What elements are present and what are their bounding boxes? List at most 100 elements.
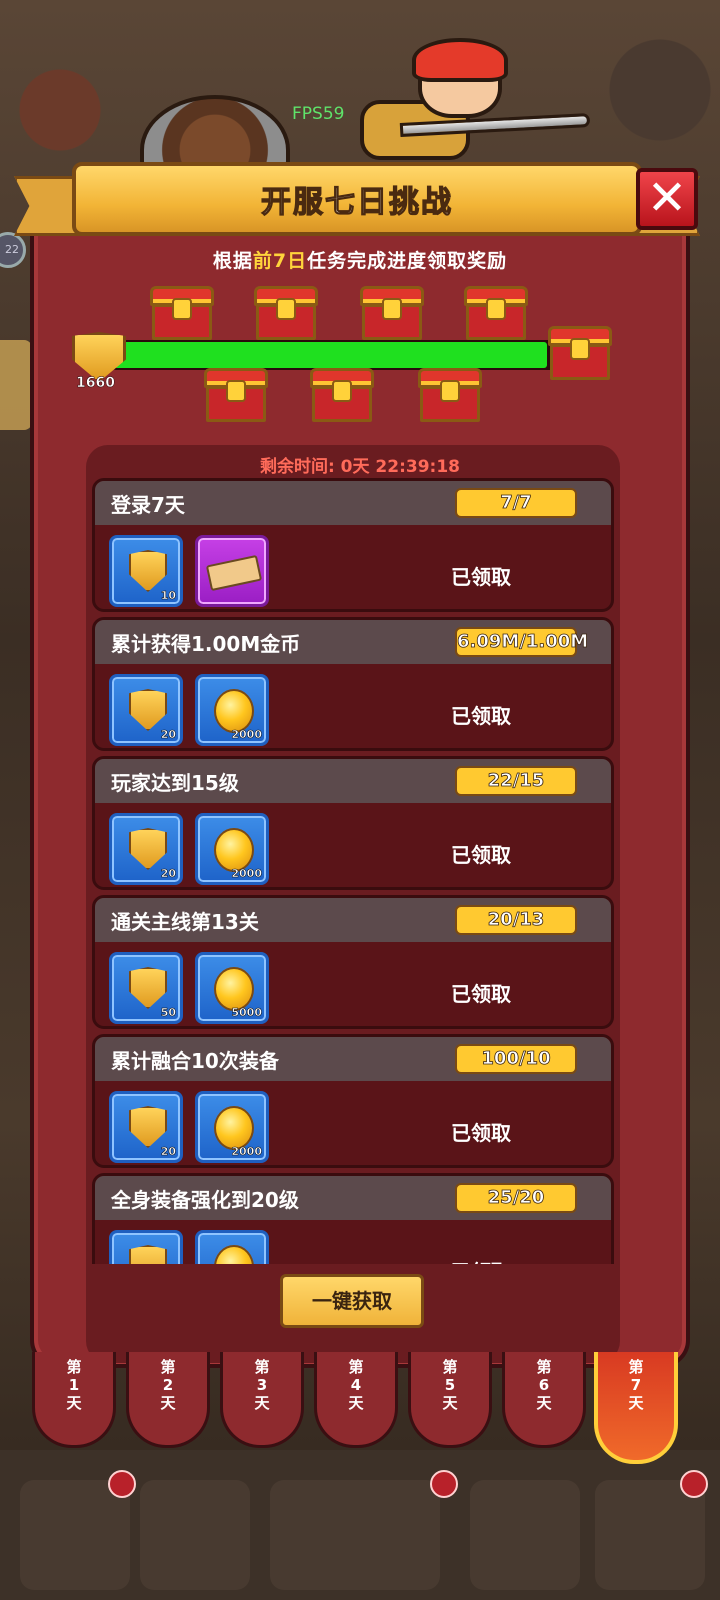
reward-chest-icon[interactable] — [418, 368, 482, 424]
tab-label: 天 — [160, 1394, 176, 1412]
tab-label: 4 — [350, 1376, 362, 1394]
reward-count: 2000 — [231, 867, 262, 881]
reward-item[interactable]: 20 — [109, 674, 183, 746]
subtitle-suffix: 任务完成进度领取奖励 — [307, 250, 508, 272]
task-title: 累计获得1.00M金币 — [111, 631, 301, 656]
tab-label: 3 — [256, 1376, 268, 1394]
reward-chest-icon[interactable] — [254, 286, 318, 342]
shield-icon — [129, 1106, 167, 1148]
reward-count: 5000 — [231, 1006, 262, 1020]
hero-hair-art — [412, 38, 508, 82]
tab-day-4[interactable]: 第4天 — [314, 1352, 398, 1448]
tab-day-1[interactable]: 第1天 — [32, 1352, 116, 1448]
title-ribbon: 开服七日挑战 — [72, 162, 642, 236]
task-title: 玩家达到15级 — [111, 770, 239, 795]
tab-label: 天 — [348, 1394, 364, 1412]
reward-item[interactable]: 20 — [109, 1091, 183, 1163]
tab-label: 7 — [630, 1376, 642, 1394]
notification-badge — [430, 1470, 458, 1498]
points-value: 1660 — [76, 375, 115, 392]
notification-badge — [680, 1470, 708, 1498]
side-button — [0, 340, 32, 430]
task-status: 已领取 — [451, 982, 511, 1006]
reward-chest-icon[interactable] — [360, 286, 424, 342]
tab-label: 5 — [444, 1376, 456, 1394]
task-status: 已领取 — [451, 704, 511, 728]
task-progress: 100/10 — [455, 1044, 577, 1074]
task-list[interactable]: 登录7天 7/7 10 已领取 累计获得1.00M金币 6.09M/1.00M 20… — [92, 478, 614, 1264]
shield-icon — [129, 1245, 167, 1264]
task-progress: 25/20 — [455, 1183, 577, 1213]
tab-label: 天 — [536, 1394, 552, 1412]
tab-label: 天 — [66, 1394, 82, 1412]
tab-day-2[interactable]: 第2天 — [126, 1352, 210, 1448]
reward-chest-icon[interactable] — [464, 286, 528, 342]
subtitle-highlight: 前7日 — [252, 250, 308, 272]
reward-item[interactable]: 20 — [109, 813, 183, 885]
reward-item[interactable]: 5000 — [195, 952, 269, 1024]
task-title: 通关主线第13关 — [111, 909, 259, 934]
tab-label: 天 — [442, 1394, 458, 1412]
reward-chest-icon[interactable] — [204, 368, 268, 424]
day-tabs: 第1天 第2天 第3天 第4天 第5天 第6天 第7天 — [32, 1352, 692, 1464]
reward-item[interactable]: 2000 — [195, 813, 269, 885]
nav-tile — [20, 1480, 130, 1590]
coin-icon — [214, 689, 254, 733]
tab-label: 第 — [442, 1358, 458, 1376]
task-card: 玩家达到15级 22/15 20 2000 已领取 — [92, 756, 614, 890]
reward-count: 20 — [160, 867, 176, 881]
tab-label: 第 — [348, 1358, 364, 1376]
task-card: 累计获得1.00M金币 6.09M/1.00M 20 2000 已领取 — [92, 617, 614, 751]
task-title: 累计融合10次装备 — [111, 1048, 279, 1073]
reward-chest-icon[interactable] — [150, 286, 214, 342]
task-card: 登录7天 7/7 10 已领取 — [92, 478, 614, 612]
task-card: 全身装备强化到20级 25/20 已领取 — [92, 1173, 614, 1264]
reward-item[interactable]: 2000 — [195, 674, 269, 746]
close-button[interactable]: ✕ — [636, 168, 698, 230]
tab-day-7[interactable]: 第7天 — [594, 1352, 678, 1464]
task-progress: 6.09M/1.00M — [455, 627, 589, 657]
task-status: 已领取 — [391, 1256, 571, 1264]
notification-badge — [108, 1470, 136, 1498]
progress-track — [112, 340, 562, 370]
tab-label: 2 — [162, 1376, 174, 1394]
reward-item[interactable]: 50 — [109, 952, 183, 1024]
reward-item[interactable]: 10 — [109, 535, 183, 607]
tab-day-5[interactable]: 第5天 — [408, 1352, 492, 1448]
reward-item[interactable] — [109, 1230, 183, 1264]
task-title: 登录7天 — [111, 492, 185, 517]
reward-count: 20 — [160, 728, 176, 742]
nav-tile — [470, 1480, 580, 1590]
shield-icon — [129, 550, 167, 592]
reward-chest-icon[interactable] — [310, 368, 374, 424]
task-progress: 20/13 — [455, 905, 577, 935]
tab-label: 第 — [254, 1358, 270, 1376]
reward-item[interactable] — [195, 535, 269, 607]
task-status: 已领取 — [451, 565, 511, 589]
reward-chest-icon[interactable] — [548, 326, 612, 382]
reward-item[interactable]: 2000 — [195, 1091, 269, 1163]
task-status: 已领取 — [451, 1121, 511, 1145]
tab-day-6[interactable]: 第6天 — [502, 1352, 586, 1448]
tab-day-3[interactable]: 第3天 — [220, 1352, 304, 1448]
fps-counter: FPS59 — [292, 104, 345, 124]
shield-icon — [129, 828, 167, 870]
shield-icon — [129, 967, 167, 1009]
shield-icon — [129, 689, 167, 731]
tab-label: 第 — [628, 1358, 644, 1376]
tab-label: 天 — [628, 1394, 644, 1412]
subtitle-prefix: 根据 — [212, 250, 253, 272]
reward-item[interactable] — [195, 1230, 269, 1264]
remaining-time: 剩余时间: 0天 22:39:18 — [259, 457, 461, 477]
collect-all-button[interactable]: 一键获取 — [280, 1274, 424, 1328]
nav-tile — [140, 1480, 250, 1590]
progress-fill — [114, 342, 547, 368]
task-progress: 22/15 — [455, 766, 577, 796]
task-title: 全身装备强化到20级 — [111, 1187, 299, 1212]
tab-label: 1 — [68, 1376, 80, 1394]
reward-count: 2000 — [231, 1145, 262, 1159]
coin-icon — [214, 1106, 254, 1150]
reward-count: 10 — [160, 589, 176, 603]
coin-icon — [214, 1245, 254, 1264]
ticket-icon — [205, 554, 263, 592]
